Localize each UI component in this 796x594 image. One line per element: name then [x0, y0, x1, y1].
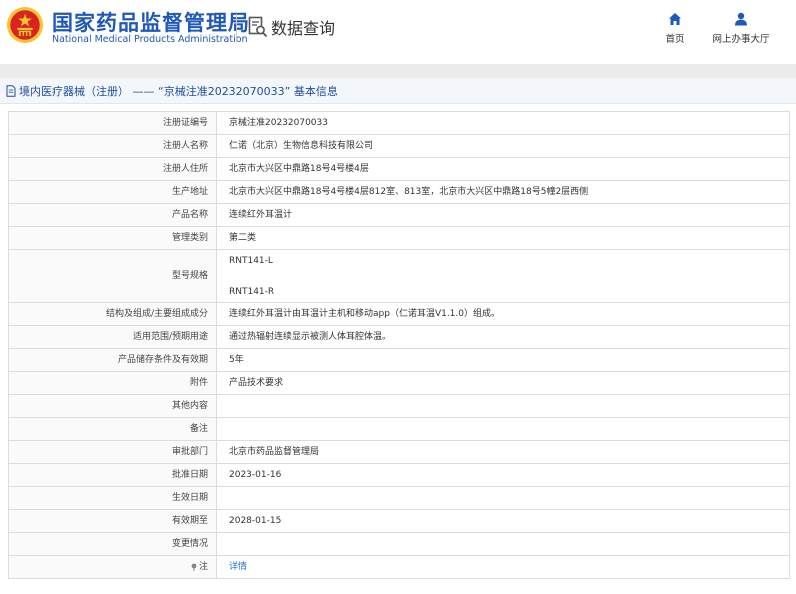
field-value: RNT141-L RNT141-R: [216, 249, 790, 303]
table-row: 审批部门 北京市药品监督管理局: [8, 440, 790, 464]
field-key-note: 注: [8, 555, 217, 579]
field-value: 北京市大兴区中鼎路18号4号楼4层: [216, 157, 790, 181]
site-header: 国家药品监督管理局 National Medical Products Admi…: [0, 0, 796, 62]
record-title: 境内医疗器械（注册） —— “京械注准20232070033” 基本信息: [19, 84, 338, 98]
table-row: 产品储存条件及有效期 5年: [8, 348, 790, 372]
data-query-link[interactable]: 数据查询: [248, 15, 335, 39]
table-row: 备注: [8, 417, 790, 441]
table-row: 其他内容: [8, 394, 790, 418]
field-key: 注册证编号: [8, 111, 217, 135]
field-key: 管理类别: [8, 226, 217, 250]
header-band: [0, 64, 796, 78]
table-row: 注册证编号 京械注准20232070033: [8, 111, 790, 135]
field-value: 连续红外耳温计由耳温计主机和移动app（仁诺耳温V1.1.0）组成。: [216, 302, 790, 326]
table-row: 型号规格 RNT141-L RNT141-R: [8, 249, 790, 303]
table-row: 注册人名称 仁诺（北京）生物信息科技有限公司: [8, 134, 790, 158]
site-logo-subtitle: National Medical Products Administration: [52, 34, 248, 45]
table-row: 生产地址 北京市大兴区中鼎路18号4号楼4层812室、813室，北京市大兴区中鼎…: [8, 180, 790, 204]
record-details-table-wrapper: 注册证编号 京械注准20232070033 注册人名称 仁诺（北京）生物信息科技…: [8, 111, 790, 579]
field-value: 仁诺（北京）生物信息科技有限公司: [216, 134, 790, 158]
site-logo-title[interactable]: 国家药品监督管理局: [52, 7, 250, 37]
nav-online-service-hall[interactable]: 网上办事大厅: [706, 12, 776, 45]
field-key: 批准日期: [8, 463, 217, 487]
table-row: 附件 产品技术要求: [8, 371, 790, 395]
table-row: 批准日期 2023-01-16: [8, 463, 790, 487]
home-icon: [669, 13, 681, 25]
document-search-icon: [248, 16, 268, 38]
field-key: 产品名称: [8, 203, 217, 227]
field-key: 有效期至: [8, 509, 217, 533]
field-value: 产品技术要求: [216, 371, 790, 395]
field-value: 5年: [216, 348, 790, 372]
field-value: 详情: [216, 555, 790, 579]
field-value: 连续红外耳温计: [216, 203, 790, 227]
field-key: 备注: [8, 417, 217, 441]
field-value: 第二类: [216, 226, 790, 250]
nav-home[interactable]: 首页: [640, 12, 710, 45]
field-key: 其他内容: [8, 394, 217, 418]
field-key: 适用范围/预期用途: [8, 325, 217, 349]
field-key: 型号规格: [8, 249, 217, 303]
table-row: 管理类别 第二类: [8, 226, 790, 250]
field-value: [216, 394, 790, 418]
table-row: 生效日期: [8, 486, 790, 510]
table-row: 注 详情: [8, 555, 790, 579]
user-icon: [735, 12, 747, 26]
table-row: 产品名称 连续红外耳温计: [8, 203, 790, 227]
data-query-label: 数据查询: [271, 19, 336, 38]
field-key: 注册人名称: [8, 134, 217, 158]
document-icon: [6, 84, 16, 97]
details-link[interactable]: 详情: [229, 562, 247, 572]
field-key: 生产地址: [8, 180, 217, 204]
field-key: 产品储存条件及有效期: [8, 348, 217, 372]
national-emblem-icon: [6, 6, 44, 44]
field-value: 通过热辐射连续显示被测人体耳腔体温。: [216, 325, 790, 349]
model-spec-item: RNT141-R: [229, 286, 275, 297]
field-key: 结构及组成/主要组成成分: [8, 302, 217, 326]
model-spec-item: RNT141-L: [229, 255, 273, 266]
table-row: 注册人住所 北京市大兴区中鼎路18号4号楼4层: [8, 157, 790, 181]
nav-home-label: 首页: [665, 34, 685, 45]
record-title-bar: 境内医疗器械（注册） —— “京械注准20232070033” 基本信息: [0, 78, 796, 104]
field-key: 变更情况: [8, 532, 217, 556]
field-value: 北京市药品监督管理局: [216, 440, 790, 464]
field-value: 北京市大兴区中鼎路18号4号楼4层812室、813室，北京市大兴区中鼎路18号5…: [216, 180, 790, 204]
field-key: 生效日期: [8, 486, 217, 510]
table-row: 适用范围/预期用途 通过热辐射连续显示被测人体耳腔体温。: [8, 325, 790, 349]
record-details-table: 注册证编号 京械注准20232070033 注册人名称 仁诺（北京）生物信息科技…: [8, 111, 790, 579]
field-key: 审批部门: [8, 440, 217, 464]
field-value: [216, 486, 790, 510]
table-row: 变更情况: [8, 532, 790, 556]
table-row: 有效期至 2028-01-15: [8, 509, 790, 533]
field-value: [216, 417, 790, 441]
field-value: 2023-01-16: [216, 463, 790, 487]
field-value: [216, 532, 790, 556]
note-key-label: 注: [198, 562, 208, 572]
field-key: 附件: [8, 371, 217, 395]
field-value: 京械注准20232070033: [216, 111, 790, 135]
field-key: 注册人住所: [8, 157, 217, 181]
table-row: 结构及组成/主要组成成分 连续红外耳温计由耳温计主机和移动app（仁诺耳温V1.…: [8, 302, 790, 326]
field-value: 2028-01-15: [216, 509, 790, 533]
pin-icon: [191, 563, 197, 571]
nav-online-service-hall-label: 网上办事大厅: [712, 34, 770, 45]
header-divider: [236, 14, 237, 40]
